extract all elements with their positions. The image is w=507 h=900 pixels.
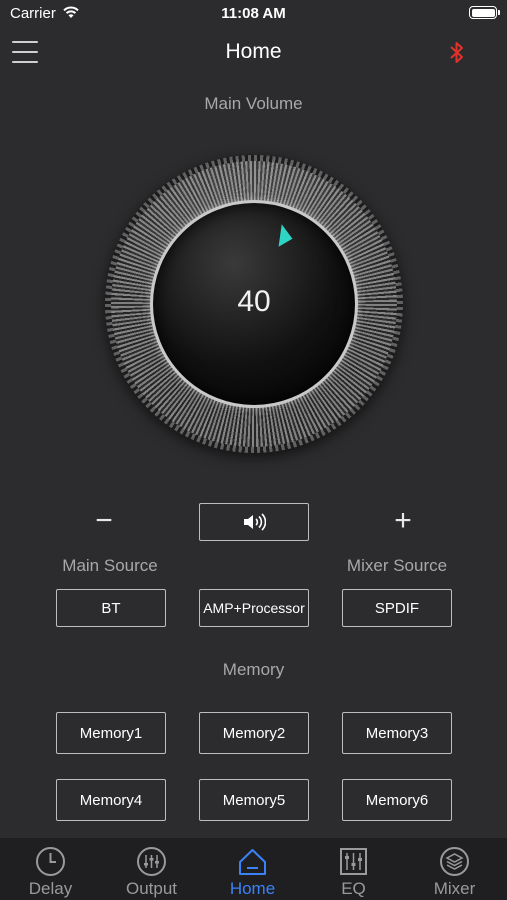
battery-icon <box>469 6 500 19</box>
speaker-icon <box>244 513 266 531</box>
bluetooth-icon[interactable] <box>446 40 468 66</box>
memory2-button[interactable]: Memory2 <box>199 712 309 754</box>
source-spdif-button[interactable]: SPDIF <box>342 589 452 627</box>
tab-output[interactable]: Output <box>101 838 202 900</box>
mute-button[interactable] <box>199 503 309 541</box>
layers-icon <box>440 847 469 876</box>
memory-label: Memory <box>222 660 285 679</box>
volume-down-button[interactable]: − <box>86 503 122 541</box>
memory1-button[interactable]: Memory1 <box>56 712 166 754</box>
home-icon <box>239 849 266 875</box>
volume-controls: − + <box>0 503 507 541</box>
volume-knob[interactable]: 40 <box>105 155 403 453</box>
status-bar: Carrier 11:08 AM <box>0 0 507 28</box>
nav-bar: Home <box>0 30 507 74</box>
memory6-button[interactable]: Memory6 <box>342 779 452 821</box>
tab-bar: Delay Output Home EQ Mixer <box>0 838 507 900</box>
main-source-label: Main Source <box>62 556 158 575</box>
memory3-button[interactable]: Memory3 <box>342 712 452 754</box>
mixer-source-label: Mixer Source <box>346 556 448 575</box>
status-time: 11:08 AM <box>221 5 286 22</box>
knob-pointer-indicator <box>269 223 293 247</box>
tab-label: Delay <box>28 879 73 898</box>
source-amp-processor-button[interactable]: AMP+Processor <box>199 589 309 627</box>
tab-eq[interactable]: EQ <box>303 838 404 900</box>
knob-center: 40 <box>150 200 358 408</box>
tab-delay[interactable]: Delay <box>0 838 101 900</box>
tab-label: Home <box>229 879 276 898</box>
tab-label: EQ <box>341 879 366 898</box>
source-bt-button[interactable]: BT <box>56 589 166 627</box>
main-volume-label: Main Volume <box>204 94 303 113</box>
tab-home[interactable]: Home <box>202 838 303 900</box>
volume-up-button[interactable]: + <box>385 503 421 541</box>
memory4-button[interactable]: Memory4 <box>56 779 166 821</box>
tab-mixer[interactable]: Mixer <box>404 838 505 900</box>
sliders-icon <box>137 847 166 876</box>
page-title: Home <box>225 40 282 63</box>
clock-icon <box>36 847 65 876</box>
tab-label: Mixer <box>433 879 476 898</box>
volume-value: 40 <box>237 285 271 318</box>
equalizer-icon <box>340 848 367 875</box>
tab-label: Output <box>125 879 178 898</box>
memory5-button[interactable]: Memory5 <box>199 779 309 821</box>
